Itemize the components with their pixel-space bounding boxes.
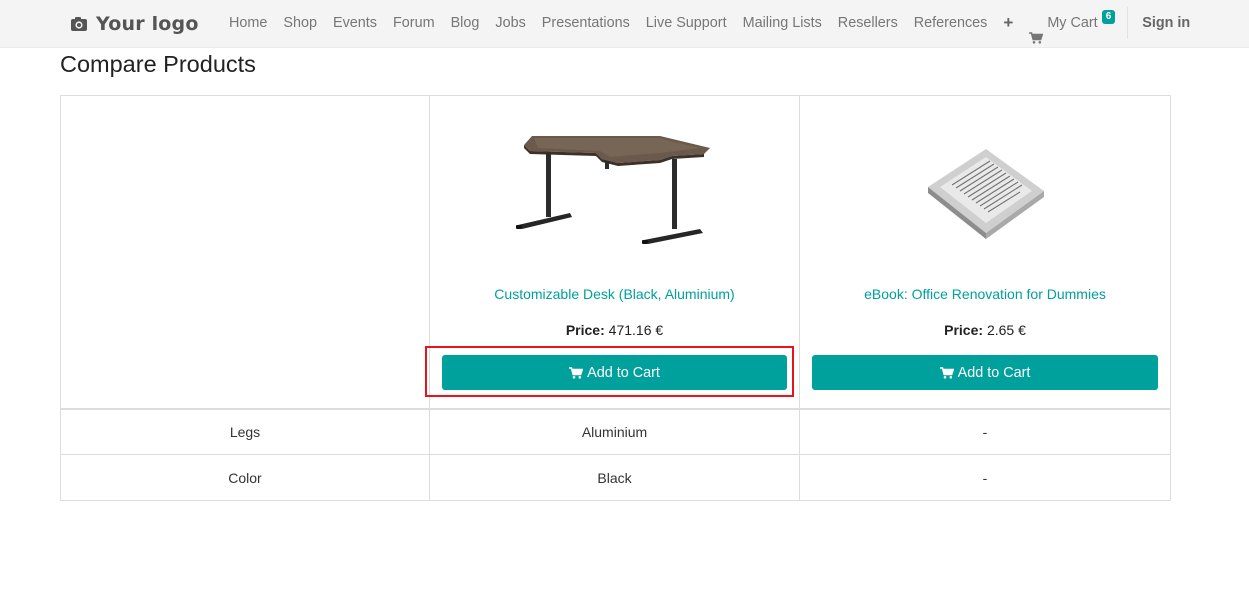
product-name-link[interactable]: eBook: Office Renovation for Dummies: [800, 286, 1170, 302]
attribute-name: Legs: [60, 408, 430, 455]
nav-item-shop[interactable]: Shop: [275, 0, 325, 46]
compare-table: Customizable Desk (Black, Aluminium) Pri…: [60, 95, 1171, 501]
price-label: Price:: [944, 322, 984, 338]
attribute-row-legs: Legs Aluminium -: [60, 408, 1171, 455]
product-header-row: Customizable Desk (Black, Aluminium) Pri…: [60, 95, 1171, 410]
nav-more-button[interactable]: +: [995, 0, 1021, 46]
shopping-cart-icon: [569, 366, 584, 379]
attribute-value: -: [799, 408, 1171, 455]
product-image[interactable]: [800, 110, 1170, 270]
cart-label: My Cart: [1047, 15, 1098, 31]
nav-item-events[interactable]: Events: [325, 0, 385, 46]
product-cell: eBook: Office Renovation for Dummies Pri…: [799, 95, 1171, 410]
cart-count-badge: 6: [1101, 10, 1116, 24]
product-name-link[interactable]: Customizable Desk (Black, Aluminium): [430, 286, 799, 302]
add-to-cart-button[interactable]: Add to Cart: [812, 355, 1158, 390]
desk-image: [515, 136, 710, 244]
add-to-cart-wrap: Add to Cart: [812, 355, 1158, 390]
camera-icon: [70, 15, 88, 33]
product-image[interactable]: [430, 110, 799, 270]
nav-item-resellers[interactable]: Resellers: [830, 0, 906, 46]
add-to-cart-wrap: Add to Cart: [425, 346, 794, 397]
top-navbar: Your logo Home Shop Events Forum Blog Jo…: [0, 0, 1249, 48]
nav-item-home[interactable]: Home: [221, 0, 275, 46]
attribute-value: Aluminium: [429, 408, 800, 455]
nav-item-live-support[interactable]: Live Support: [638, 0, 735, 46]
attribute-value: Black: [429, 454, 800, 501]
empty-header-cell: [60, 95, 430, 410]
main-menu: Home Shop Events Forum Blog Jobs Present…: [221, 0, 1198, 46]
nav-item-mailing-lists[interactable]: Mailing Lists: [735, 0, 830, 46]
my-cart-link[interactable]: My Cart 6: [1021, 0, 1123, 46]
nav-item-forum[interactable]: Forum: [385, 0, 443, 46]
ebook-reader-image: [928, 149, 1044, 239]
site-logo[interactable]: Your logo: [70, 11, 199, 37]
nav-item-references[interactable]: References: [906, 0, 996, 46]
nav-divider: [1127, 7, 1129, 39]
attribute-row-color: Color Black -: [60, 454, 1171, 501]
nav-item-jobs[interactable]: Jobs: [487, 0, 533, 46]
price-label: Price:: [565, 322, 605, 338]
shopping-cart-icon: [1029, 17, 1044, 44]
add-to-cart-label: Add to Cart: [587, 364, 660, 381]
attribute-name: Color: [60, 454, 430, 501]
price-value: 2.65 €: [986, 322, 1026, 338]
product-cell: Customizable Desk (Black, Aluminium) Pri…: [425, 95, 800, 410]
add-to-cart-label: Add to Cart: [957, 364, 1031, 381]
logo-text: Your logo: [96, 13, 199, 35]
shopping-cart-icon: [939, 366, 954, 379]
price-value: 471.16 €: [608, 322, 664, 338]
product-price: Price: 471.16 €: [430, 322, 799, 338]
product-price: Price: 2.65 €: [800, 322, 1170, 338]
attribute-value: -: [799, 454, 1171, 501]
nav-item-blog[interactable]: Blog: [443, 0, 488, 46]
add-to-cart-button[interactable]: Add to Cart: [442, 355, 787, 390]
page-title: Compare Products: [60, 51, 256, 77]
nav-item-presentations[interactable]: Presentations: [534, 0, 638, 46]
sign-in-link[interactable]: Sign in: [1134, 0, 1198, 46]
